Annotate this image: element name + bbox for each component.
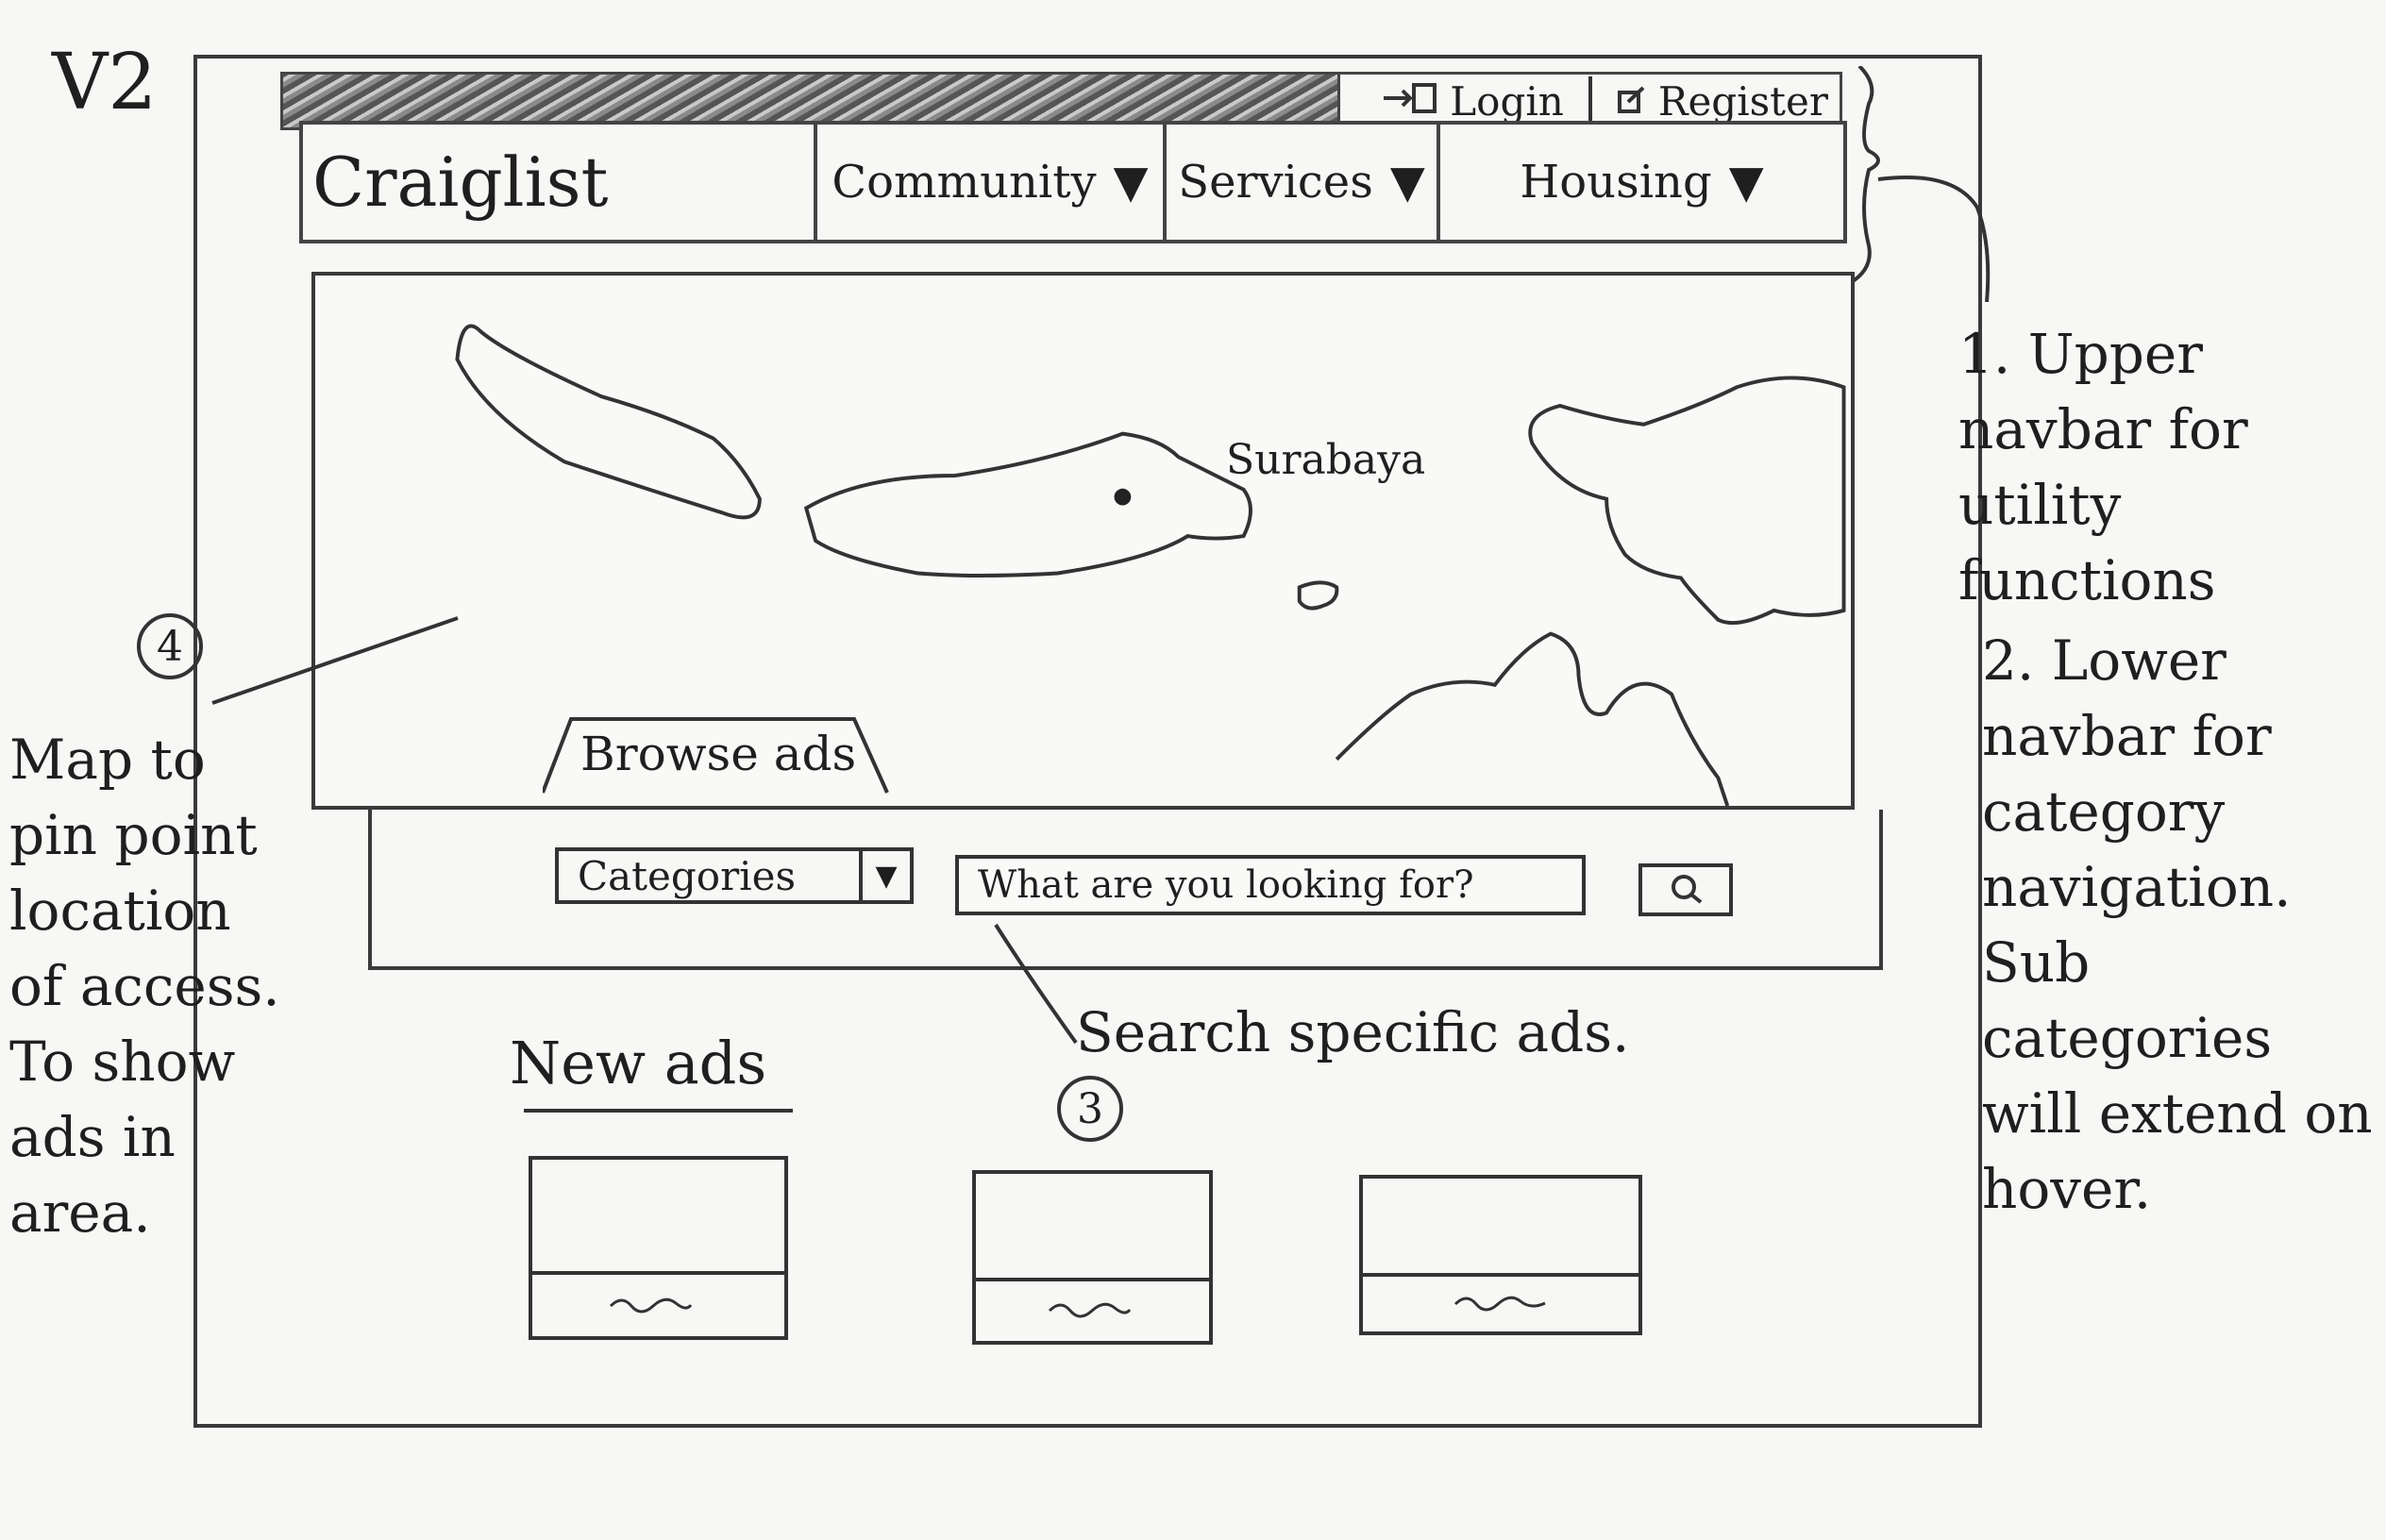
annotation-number-3: 3 <box>1057 1076 1123 1142</box>
ad-card[interactable] <box>529 1156 788 1340</box>
caret-down-icon: ▼ <box>859 851 910 900</box>
annotation-leader-4 <box>211 616 459 705</box>
ad-card[interactable] <box>972 1170 1213 1345</box>
login-link[interactable]: Login <box>1382 78 1564 125</box>
register-icon <box>1617 78 1647 125</box>
ad-text-placeholder <box>1453 1296 1546 1312</box>
location-pin-icon[interactable] <box>1114 488 1132 506</box>
nav-housing[interactable]: Housing ▼ <box>1440 125 1843 240</box>
annotation-number-4: 4 <box>137 613 203 679</box>
nav-services[interactable]: Services ▼ <box>1167 125 1440 240</box>
browse-ads-tab[interactable]: Browse ads <box>580 727 856 781</box>
caret-down-icon: ▼ <box>1728 156 1764 209</box>
register-label: Register <box>1657 77 1828 125</box>
nav-community[interactable]: Community ▼ <box>817 125 1167 240</box>
nav-community-label: Community <box>832 156 1097 209</box>
version-label: V2 <box>52 38 158 127</box>
caret-down-icon: ▼ <box>1113 156 1149 209</box>
ad-card-divider <box>1363 1273 1638 1277</box>
search-button[interactable] <box>1638 863 1733 916</box>
annotation-4: Map to pin point location of access. To … <box>9 728 280 1246</box>
utility-links: Login Register <box>1337 75 1840 127</box>
new-ads-underline <box>524 1109 793 1113</box>
login-icon <box>1382 78 1438 125</box>
register-link[interactable]: Register <box>1617 78 1828 125</box>
annotation-3: Search specific ads. <box>1076 1000 1630 1064</box>
ad-card-divider <box>532 1271 784 1275</box>
categories-label: Categories <box>578 852 796 899</box>
ad-card[interactable] <box>1359 1175 1642 1335</box>
ad-text-placeholder <box>609 1297 693 1314</box>
search-input[interactable] <box>955 855 1586 915</box>
nav-housing-label: Housing <box>1520 156 1712 209</box>
annotation-leader-3 <box>994 923 1078 1045</box>
new-ads-heading: New ads <box>510 1029 767 1097</box>
brand-logo[interactable]: Craiglist <box>303 125 817 240</box>
lower-navbar: Craiglist Community ▼ Services ▼ Housing… <box>299 121 1847 243</box>
ad-text-placeholder <box>1048 1302 1132 1318</box>
login-label: Login <box>1450 77 1564 125</box>
annotation-2: 2. Lower navbar for category navigation.… <box>1982 628 2373 1222</box>
ad-card-divider <box>976 1278 1209 1281</box>
search-icon <box>1659 872 1712 909</box>
caret-down-icon: ▼ <box>1389 156 1425 209</box>
nav-services-label: Services <box>1178 156 1373 209</box>
annotation-1: 1. Upper navbar for utility functions <box>1958 322 2248 613</box>
categories-dropdown[interactable]: Categories ▼ <box>555 847 914 904</box>
utility-divider <box>1588 76 1592 126</box>
city-label: Surabaya <box>1226 436 1426 484</box>
annotation-brace <box>1848 66 1991 302</box>
